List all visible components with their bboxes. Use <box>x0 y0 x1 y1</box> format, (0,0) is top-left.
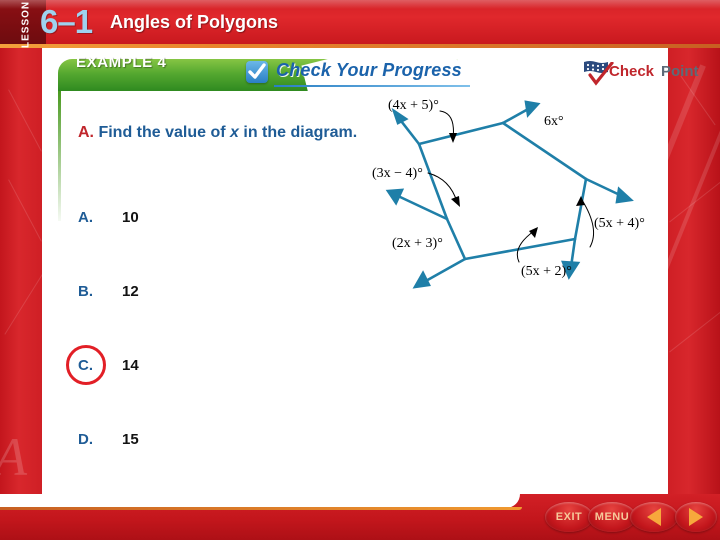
slide-header <box>0 0 720 45</box>
page-title: Angles of Polygons <box>110 12 279 32</box>
leader-5x-plus-4 <box>581 199 595 248</box>
lesson-word: LESSON <box>20 0 32 48</box>
checkpoint-logo: Check Point <box>583 58 701 90</box>
polygon-side-top-right <box>501 121 588 181</box>
band-deco-line <box>8 179 42 242</box>
answer-choice-c[interactable]: C. 14 <box>78 351 338 381</box>
previous-slide-button[interactable] <box>630 502 678 532</box>
checkmark-icon <box>246 61 268 83</box>
check-your-progress-label: Check Your Progress <box>276 60 462 80</box>
triangle-left-icon <box>647 508 661 526</box>
choice-letter: A. <box>78 209 93 226</box>
polygon-side-bottom-left-b <box>445 217 467 261</box>
exit-label: EXIT <box>555 511 583 523</box>
band-deco-line <box>8 89 42 152</box>
angle-label-2x-plus-3: (2x + 3)° <box>392 236 443 251</box>
checkpoint-check-word: Check <box>609 63 655 80</box>
polygon-side-top-left <box>417 121 505 146</box>
angle-label-6x: 6x° <box>544 114 564 129</box>
band-deco-line <box>4 266 42 335</box>
answer-choice-a[interactable]: A. 10 <box>78 203 338 233</box>
question-text-after: in the diagram. <box>238 124 358 141</box>
angle-label-5x-plus-2: (5x + 2)° <box>521 264 572 279</box>
angle-label-3x-minus-4: (3x − 4)° <box>372 166 423 181</box>
bottom-curve-edge <box>0 507 522 510</box>
ray-2x-plus-3 <box>422 257 467 284</box>
next-slide-button[interactable] <box>675 502 717 532</box>
ray-5x-plus-4 <box>584 177 624 198</box>
menu-label: MENU <box>594 511 630 523</box>
content-page: EXAMPLE 4 Check Your Progress Check Poin… <box>42 49 699 494</box>
choice-letter: D. <box>78 431 93 448</box>
band-deco-line <box>669 178 720 223</box>
angle-label-4x-plus-5: (4x + 5)° <box>388 99 439 113</box>
example-rail <box>58 91 61 221</box>
menu-button[interactable]: MENU <box>588 502 636 532</box>
correct-answer-ring <box>66 345 106 385</box>
example-label: EXAMPLE 4 <box>76 54 167 71</box>
band-deco-stripe <box>668 125 720 285</box>
exit-button[interactable]: EXIT <box>545 502 593 532</box>
header-underline <box>0 44 720 48</box>
angle-label-5x-plus-4: (5x + 4)° <box>594 216 645 231</box>
polygon-side-right <box>573 177 588 241</box>
answer-choice-b[interactable]: B. 12 <box>78 277 338 307</box>
band-deco-line <box>669 308 720 353</box>
check-your-progress-underline <box>274 85 470 87</box>
lesson-number: 6–1 <box>40 3 93 40</box>
question-text: A. Find the value of x in the diagram. <box>78 121 368 145</box>
question-variable: x <box>230 124 239 141</box>
question-letter: A. <box>78 124 94 141</box>
question-text-before: Find the value of <box>98 124 231 141</box>
hexagon-exterior-angles-diagram: (4x + 5)° 6x° (5x + 4)° (5x + 2)° (2x + … <box>372 99 645 289</box>
left-red-band: A <box>0 0 42 540</box>
polygon-side-bottom <box>463 237 577 261</box>
bottom-curve <box>0 494 520 508</box>
bottom-nav-bar: EXIT MENU <box>0 494 720 540</box>
choice-value: 14 <box>122 357 139 374</box>
triangle-right-icon <box>689 508 703 526</box>
band-watermark: A <box>0 430 27 484</box>
choice-value: 15 <box>122 431 139 448</box>
slide-root: A LESSON 6–1 Angles of Polygons EXAMPLE … <box>0 0 720 540</box>
header-sheen <box>0 0 720 9</box>
choice-letter: B. <box>78 283 93 300</box>
choice-value: 10 <box>122 209 139 226</box>
ray-6x <box>501 106 532 125</box>
checkpoint-point-word: Point <box>661 63 699 80</box>
answer-choice-d[interactable]: D. 15 <box>78 425 338 455</box>
choice-value: 12 <box>122 283 139 300</box>
